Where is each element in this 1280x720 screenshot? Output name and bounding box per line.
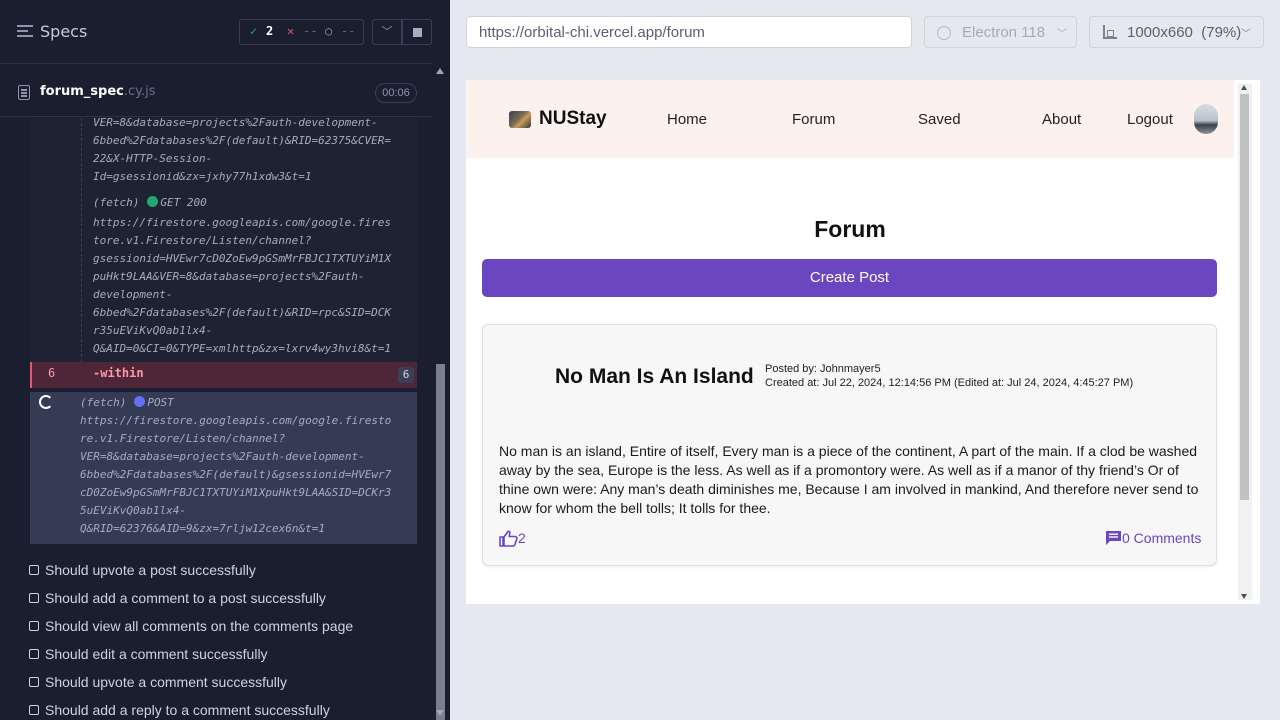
viewport-selector[interactable]: 1000x660 (79%) ﹀ bbox=[1089, 16, 1264, 48]
reporter-scrollbar[interactable] bbox=[433, 64, 448, 720]
failed-count: -- bbox=[303, 24, 318, 38]
specs-icon[interactable] bbox=[17, 25, 33, 39]
scroll-up-icon[interactable] bbox=[436, 68, 444, 74]
chevron-down-icon: ﹀ bbox=[1241, 29, 1251, 40]
upvote-button[interactable]: 2 bbox=[499, 530, 526, 547]
command-log: VER=8&database=projects%2Fauth-developme… bbox=[0, 118, 432, 548]
fetch-method: POST bbox=[147, 396, 174, 409]
test-status-icon bbox=[29, 565, 39, 575]
spec-file-basename: forum_spec bbox=[40, 84, 124, 99]
log-fetch-post[interactable]: (fetch) POST https://firestore.googleapis… bbox=[30, 392, 417, 544]
test-title: Should upvote a comment successfully bbox=[45, 674, 288, 690]
nav-about[interactable]: About bbox=[1042, 111, 1081, 128]
log-url-first[interactable]: VER=8&database=projects%2Fauth-developme… bbox=[93, 118, 413, 186]
scroll-down-icon[interactable] bbox=[1241, 594, 1247, 599]
cypress-reporter-panel: Specs ✓ 2 ✕ -- ○ -- ﹀ forum_spec.cy.js 0… bbox=[0, 0, 450, 720]
post-card[interactable]: No Man Is An Island Posted by: Johnmayer… bbox=[482, 324, 1217, 566]
navbar: NUStay Home Forum Saved About Logout bbox=[466, 80, 1234, 158]
scrollbar-thumb[interactable] bbox=[436, 364, 445, 720]
reporter-header: Specs ✓ 2 ✕ -- ○ -- ﹀ bbox=[0, 0, 432, 64]
comments-link[interactable]: 0 Comments bbox=[1105, 530, 1201, 546]
fetch-post-url: https://firestore.googleapis.com/google.… bbox=[80, 414, 392, 535]
test-status-icon bbox=[29, 677, 39, 687]
test-title: Should add a reply to a comment successf… bbox=[45, 702, 330, 718]
nav-logout[interactable]: Logout bbox=[1127, 111, 1173, 128]
log-within-row[interactable]: 6 -within 6 bbox=[30, 362, 417, 388]
scroll-up-icon[interactable] bbox=[1241, 85, 1247, 90]
passed-count: 2 bbox=[266, 24, 274, 38]
spinner-icon bbox=[39, 395, 53, 409]
fetch-post-text: (fetch) POST https://firestore.googleapis… bbox=[80, 394, 415, 538]
post-meta: Posted by: Johnmayer5 Created at: Jul 22… bbox=[765, 362, 1133, 390]
test-status-icon bbox=[29, 705, 39, 715]
browser-label: Electron 118 bbox=[962, 24, 1046, 41]
status-dot-green bbox=[147, 196, 159, 207]
test-title: Should view all comments on the comments… bbox=[45, 618, 354, 634]
nav-saved[interactable]: Saved bbox=[918, 111, 961, 128]
test-status-icon bbox=[29, 593, 39, 603]
nav-forum[interactable]: Forum bbox=[792, 111, 835, 128]
pending-icon: ○ bbox=[325, 24, 333, 38]
brand-name[interactable]: NUStay bbox=[539, 108, 607, 130]
nav-home[interactable]: Home bbox=[667, 111, 707, 128]
test-title: Should edit a comment successfully bbox=[45, 646, 268, 662]
command-name: -within bbox=[93, 366, 144, 380]
spec-file-ext: .cy.js bbox=[123, 84, 156, 99]
test-title: Should add a comment to a post successfu… bbox=[45, 590, 326, 606]
post-author: Posted by: Johnmayer5 bbox=[765, 363, 881, 375]
fetch-label: (fetch) bbox=[80, 396, 127, 409]
scroll-down-icon[interactable] bbox=[436, 710, 444, 716]
log-url-second[interactable]: https://firestore.googleapis.com/google.… bbox=[93, 214, 413, 358]
viewport-icon bbox=[1103, 25, 1117, 39]
check-icon: ✓ bbox=[250, 24, 258, 38]
stop-icon bbox=[413, 28, 422, 37]
create-post-button[interactable]: Create Post bbox=[482, 259, 1217, 297]
test-status-icon bbox=[29, 621, 39, 631]
chevron-down-icon: ﹀ bbox=[1057, 29, 1067, 40]
upvote-count: 2 bbox=[518, 530, 526, 546]
spec-file-name[interactable]: forum_spec.cy.js bbox=[40, 84, 156, 99]
pending-count: -- bbox=[341, 24, 356, 38]
scrollbar-thumb[interactable] bbox=[1240, 94, 1249, 500]
specs-title[interactable]: Specs bbox=[40, 22, 87, 41]
post-body: No man is an island, Entire of itself, E… bbox=[499, 443, 1199, 516]
aut-scrollbar[interactable] bbox=[1234, 80, 1260, 604]
test-status-icon bbox=[29, 649, 39, 659]
avatar[interactable] bbox=[1194, 104, 1218, 134]
test-stats: ✓ 2 ✕ -- ○ -- bbox=[239, 19, 364, 45]
spec-duration: 00:06 bbox=[375, 83, 417, 103]
browser-selector[interactable]: Electron 118 ﹀ bbox=[924, 16, 1077, 48]
log-indent-line bbox=[81, 118, 82, 362]
chevron-down-icon[interactable]: ﹀ bbox=[372, 19, 402, 45]
status-dot-blue bbox=[134, 396, 146, 407]
comment-icon bbox=[1106, 531, 1121, 545]
fetch-method: GET 200 bbox=[160, 196, 207, 209]
stop-button[interactable] bbox=[402, 19, 432, 45]
comments-label: 0 Comments bbox=[1122, 530, 1202, 546]
spec-file-header: forum_spec.cy.js 00:06 bbox=[0, 65, 432, 117]
aut-url-bar[interactable]: https://orbital-chi.vercel.app/forum bbox=[466, 16, 912, 48]
thumbs-up-icon bbox=[499, 530, 518, 547]
app-under-test: NUStay Home Forum Saved About Logout For… bbox=[466, 80, 1260, 604]
test-title: Should upvote a post successfully bbox=[45, 562, 256, 578]
log-fetch-get[interactable]: (fetch) GET 200 bbox=[93, 194, 207, 212]
electron-icon bbox=[937, 26, 951, 40]
post-title[interactable]: No Man Is An Island bbox=[555, 365, 754, 389]
brand-logo[interactable] bbox=[509, 111, 531, 128]
file-icon bbox=[18, 85, 30, 100]
post-timestamp: Created at: Jul 22, 2024, 12:14:56 PM (E… bbox=[765, 377, 1134, 389]
command-badge: 6 bbox=[398, 367, 414, 383]
x-icon: ✕ bbox=[287, 24, 295, 38]
command-number: 6 bbox=[48, 366, 56, 380]
page-title: Forum bbox=[814, 216, 886, 242]
viewport-label: 1000x660 (79%) bbox=[1127, 24, 1242, 41]
fetch-label: (fetch) bbox=[93, 196, 140, 209]
